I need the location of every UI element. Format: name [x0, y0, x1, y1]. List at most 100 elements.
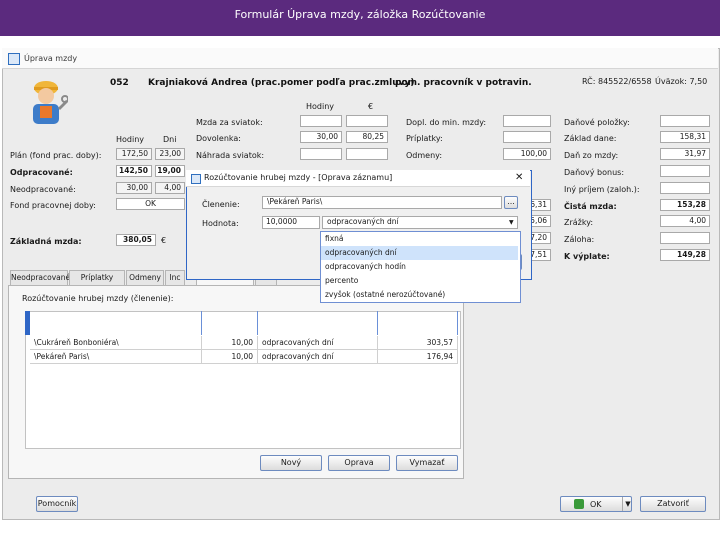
tab-bonuses[interactable]: Odmeny — [126, 270, 164, 285]
holiday-comp-label: Náhrada sviatok: — [196, 151, 265, 160]
payout-value: 149,28 — [660, 249, 710, 261]
min-wage-value[interactable] — [503, 115, 551, 127]
advance-label: Záloha: — [564, 235, 595, 244]
holiday-pay-label: Mzda za sviatok: — [196, 118, 263, 127]
tax-base-label: Základ dane: — [564, 134, 617, 143]
ok-icon — [574, 499, 584, 509]
table-row-2-mzda[interactable]: 176,94 — [378, 350, 458, 364]
table-header-left-stub — [25, 311, 30, 335]
close-button[interactable]: Zatvoriť — [640, 496, 706, 512]
delete-button[interactable]: Vymazať — [396, 455, 458, 471]
holiday-comp-hours[interactable] — [300, 148, 342, 160]
table-row-1-mzda[interactable]: 303,57 — [378, 336, 458, 350]
vacation-hours[interactable]: 30,00 — [300, 131, 342, 143]
base-salary-currency: € — [161, 236, 167, 245]
net-salary-label: Čistá mzda: — [564, 202, 617, 211]
table-row-2-typ[interactable]: odpracovaných dní — [258, 350, 378, 364]
payout-label: K výplate: — [564, 252, 610, 261]
income-tax-label: Daň zo mzdy: — [564, 151, 619, 160]
tax-bonus-value — [660, 165, 710, 177]
table-row-1-clenenie[interactable]: \Cukráreň Bonboniéra\ — [30, 336, 202, 350]
dropdown-option-remainder[interactable]: zvyšok (ostatné nerozúčtované) — [321, 288, 518, 302]
dropdown-option-percent[interactable]: percento — [321, 274, 518, 288]
table-row-2-clenenie[interactable]: \Pekáreň Paris\ — [30, 350, 202, 364]
table-header-typ[interactable]: Typ hodnoty — [258, 311, 378, 335]
worker-avatar-icon — [28, 74, 69, 128]
mid-col-eur: € — [368, 102, 374, 111]
ok-dropdown-arrow-icon[interactable]: ▼ — [622, 497, 633, 511]
fund-label: Fond pracovnej doby: — [10, 201, 96, 210]
dialog-clenenie-field[interactable]: \Pekáreň Paris\ — [262, 196, 502, 209]
worked-label: Odpracované: — [10, 168, 73, 177]
not-worked-days: 4,00 — [155, 182, 185, 194]
table-row-2-hodnota[interactable]: 10,00 — [202, 350, 258, 364]
bonuses-value[interactable]: 100,00 — [503, 148, 551, 160]
not-worked-label: Neodpracované: — [10, 185, 76, 194]
base-salary-label: Základná mzda: — [10, 237, 82, 246]
helper-button[interactable]: Pomocník — [36, 496, 78, 512]
edit-button[interactable]: Oprava — [328, 455, 390, 471]
mid-col-hours: Hodiny — [306, 102, 335, 111]
deductions-label: Zrážky: — [564, 218, 594, 227]
dialog-type-select[interactable]: odpracovaných dní — [322, 216, 518, 229]
app-icon — [8, 53, 20, 65]
table-header-clenenie[interactable]: Členenie — [30, 311, 202, 335]
fund-status: OK — [116, 198, 185, 210]
income-tax-value: 31,97 — [660, 148, 710, 160]
holiday-pay-hours[interactable] — [300, 115, 342, 127]
allocation-caption: Rozúčtovanie hrubej mzdy (členenie): — [22, 294, 174, 303]
dropdown-option-worked-days[interactable]: odpracovaných dní — [321, 246, 518, 260]
dialog-close-icon[interactable]: ✕ — [515, 172, 523, 183]
tab-inc[interactable]: Inc — [165, 270, 185, 285]
table-header-hodnota[interactable]: Hodnota — [202, 311, 258, 335]
left-col-hours: Hodiny — [116, 135, 145, 144]
table-row-1-hodnota[interactable]: 10,00 — [202, 336, 258, 350]
supplements-value[interactable] — [503, 131, 551, 143]
slide-title: Formulár Úprava mzdy, záložka Rozúčtovan… — [234, 8, 486, 21]
tax-base-value: 158,31 — [660, 131, 710, 143]
dropdown-option-fixed[interactable]: fixná — [321, 232, 518, 246]
dropdown-option-worked-hours[interactable]: odpracovaných hodín — [321, 260, 518, 274]
birth-number: RČ: 845522/6558 — [582, 77, 652, 86]
window-titlebar — [2, 48, 718, 69]
employee-number: 052 — [110, 78, 129, 88]
worked-days[interactable]: 19,00 — [155, 165, 185, 177]
table-header-mzda[interactable]: Rozúčtovaná mzda — [378, 311, 458, 335]
employee-name: Krajniaková Andrea (prac.pomer podľa pra… — [148, 78, 415, 88]
worked-hours[interactable]: 142,50 — [116, 165, 152, 177]
not-worked-hours: 30,00 — [116, 182, 152, 194]
table-row-1-typ[interactable]: odpracovaných dní — [258, 336, 378, 350]
tab-not-worked[interactable]: Neodpracované — [10, 270, 70, 285]
ok-label: OK — [590, 500, 602, 509]
tax-items-value — [660, 115, 710, 127]
dialog-browse-button[interactable]: ... — [504, 196, 518, 209]
holiday-comp-eur[interactable] — [346, 148, 388, 160]
dialog-select-chevron-down-icon[interactable]: ▼ — [509, 217, 514, 228]
vacation-label: Dovolenka: — [196, 134, 241, 143]
plan-label: Plán (fond prac. doby): — [10, 151, 102, 160]
tax-bonus-label: Daňový bonus: — [564, 168, 625, 177]
left-col-days: Dni — [163, 135, 177, 144]
supplements-label: Príplatky: — [406, 134, 443, 143]
workload: Úväzok: 7,50 — [655, 77, 708, 86]
new-button[interactable]: Nový — [260, 455, 322, 471]
base-salary-value: 380,05 — [116, 234, 156, 246]
holiday-pay-eur[interactable] — [346, 115, 388, 127]
deductions-value: 4,00 — [660, 215, 710, 227]
dialog-hodnota-label: Hodnota: — [202, 219, 239, 228]
dialog-hodnota-field[interactable]: 10,0000 — [262, 216, 320, 229]
plan-days: 23,00 — [155, 148, 185, 160]
advance-value — [660, 232, 710, 244]
vacation-eur[interactable]: 80,25 — [346, 131, 388, 143]
tab-supplements[interactable]: Príplatky — [69, 270, 125, 285]
bonuses-label: Odmeny: — [406, 151, 443, 160]
employee-position: pom. pracovník v potravin. — [395, 78, 532, 88]
min-wage-label: Dopl. do min. mzdy: — [406, 118, 487, 127]
other-income-label: Iný príjem (zaloh.): — [564, 185, 640, 194]
dialog-title: Rozúčtovanie hrubej mzdy - [Oprava zázna… — [204, 173, 393, 182]
plan-hours: 172,50 — [116, 148, 152, 160]
dialog-clenenie-label: Členenie: — [202, 200, 240, 209]
dialog-app-icon — [191, 174, 201, 184]
net-salary-value: 153,28 — [660, 199, 710, 211]
window-title: Úprava mzdy — [24, 54, 78, 63]
